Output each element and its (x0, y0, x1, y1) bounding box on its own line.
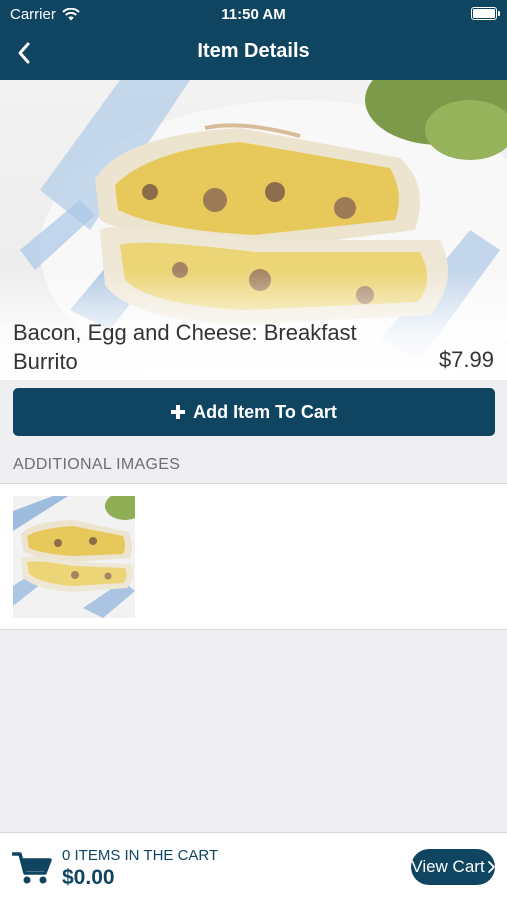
chevron-right-icon (487, 861, 495, 873)
add-to-cart-button[interactable]: Add Item To Cart (13, 388, 495, 436)
additional-images-list (0, 483, 507, 630)
page-title: Item Details (197, 40, 310, 62)
status-time: 11:50 AM (221, 6, 286, 23)
additional-images-header: ADDITIONAL IMAGES (13, 456, 181, 473)
item-name: Bacon, Egg and Cheese: Breakfast Burrito (13, 320, 357, 374)
status-bar: Carrier 11:50 AM (0, 0, 507, 28)
cart-summary-bar: 0 ITEMS IN THE CART $0.00 View Cart (0, 832, 507, 900)
item-price: $7.99 (438, 347, 494, 372)
burrito-thumbnail-photo (13, 496, 135, 618)
shopping-cart-icon[interactable] (12, 851, 52, 885)
view-cart-label: View Cart (411, 857, 485, 876)
cart-item-count: 0 ITEMS IN THE CART (62, 847, 219, 864)
add-to-cart-label: Add Item To Cart (193, 401, 337, 422)
battery-icon (471, 7, 500, 20)
additional-image-thumbnail[interactable] (13, 496, 135, 618)
navigation-header: Carrier 11:50 AM Item Details (0, 0, 507, 80)
view-cart-button[interactable]: View Cart (411, 849, 495, 885)
cart-total: $0.00 (62, 866, 115, 889)
plus-icon (171, 405, 186, 419)
